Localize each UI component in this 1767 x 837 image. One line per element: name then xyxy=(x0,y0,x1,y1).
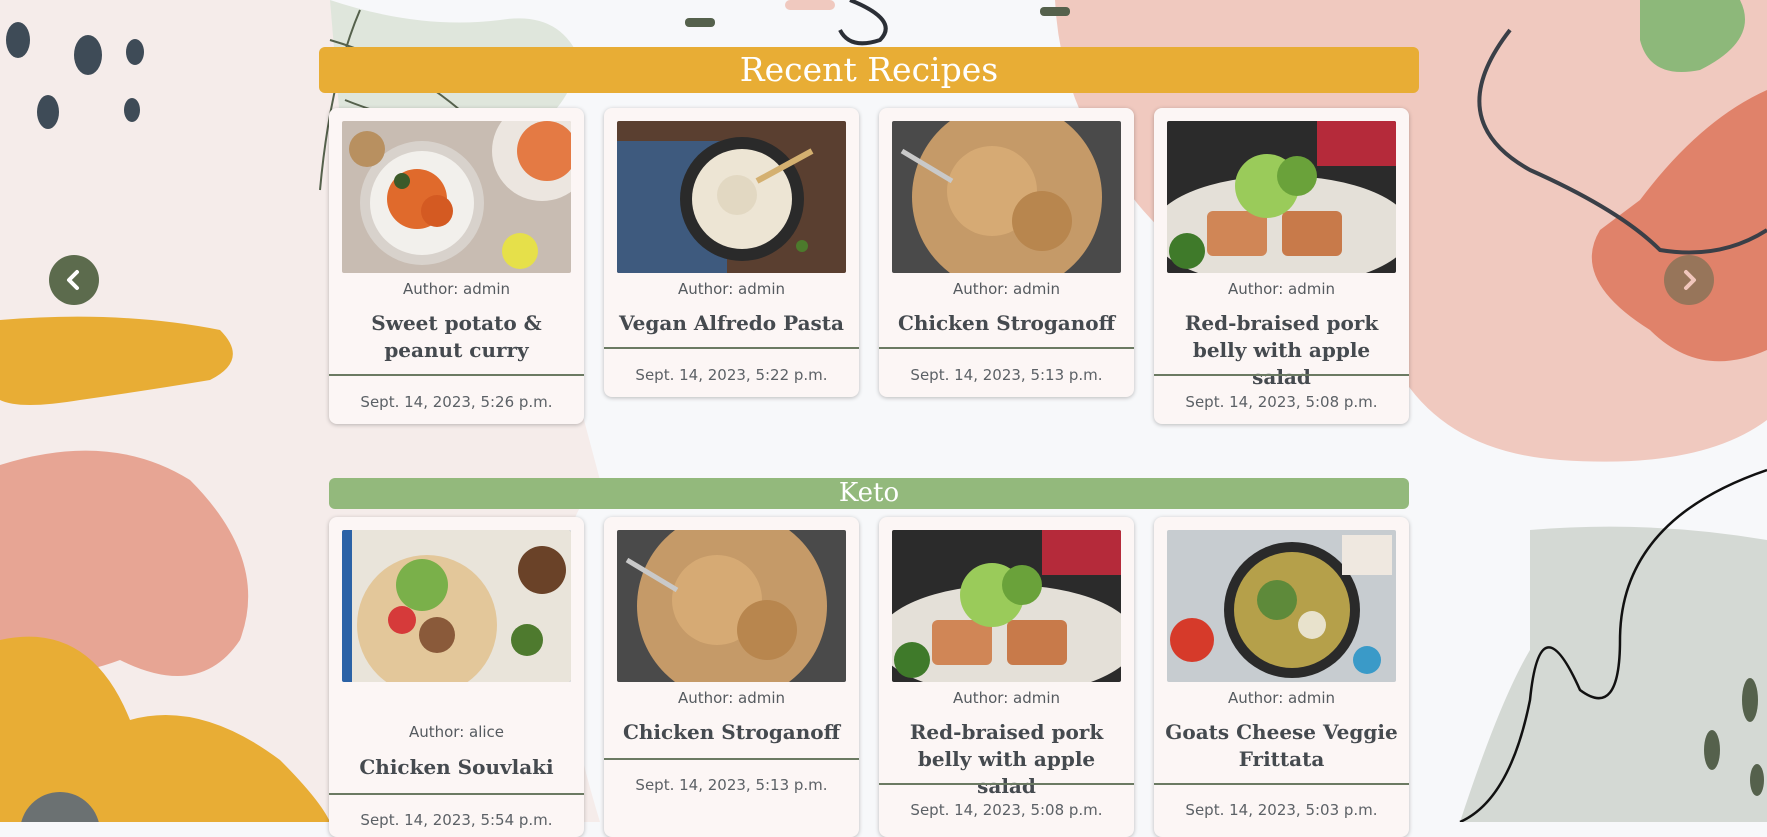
recipe-author: Author: admin xyxy=(677,689,786,707)
section-heading-keto: Keto xyxy=(329,478,1409,509)
recipe-date: Sept. 14, 2023, 5:13 p.m. xyxy=(635,776,828,794)
recipe-date: Sept. 14, 2023, 5:03 p.m. xyxy=(1185,801,1378,819)
recipe-date: Sept. 14, 2023, 5:26 p.m. xyxy=(360,393,553,411)
recipe-image-pork-belly[interactable] xyxy=(892,530,1121,682)
card-divider xyxy=(879,347,1134,349)
recipe-image-curry[interactable] xyxy=(342,121,571,273)
recipe-date: Sept. 14, 2023, 5:13 p.m. xyxy=(910,366,1103,384)
card-divider xyxy=(1154,374,1409,376)
recipe-author: Author: alice xyxy=(408,723,505,741)
recipe-author: Author: admin xyxy=(952,280,1061,298)
recipe-date: Sept. 14, 2023, 5:22 p.m. xyxy=(635,366,828,384)
recipe-title[interactable]: Chicken Stroganoff xyxy=(612,719,851,746)
recipe-title[interactable]: Red-braised pork belly with apple salad xyxy=(887,719,1126,800)
section-heading-recent-recipes: Recent Recipes xyxy=(319,47,1419,93)
card-divider xyxy=(879,783,1134,785)
recipe-title[interactable]: Goats Cheese Veggie Frittata xyxy=(1162,719,1401,773)
recipe-card[interactable]: Author: admin Red-braised pork belly wit… xyxy=(879,517,1134,837)
recipe-card[interactable]: Author: admin Goats Cheese Veggie Fritta… xyxy=(1154,517,1409,837)
recipe-date: Sept. 14, 2023, 5:08 p.m. xyxy=(1185,393,1378,411)
recipe-author: Author: admin xyxy=(1227,689,1336,707)
card-divider xyxy=(604,347,859,349)
recipe-author: Author: admin xyxy=(952,689,1061,707)
recipe-card[interactable]: Author: admin Chicken Stroganoff Sept. 1… xyxy=(604,517,859,837)
recipe-title[interactable]: Chicken Souvlaki xyxy=(337,754,576,781)
card-divider xyxy=(1154,783,1409,785)
card-divider xyxy=(604,758,859,760)
recipe-image-souvlaki[interactable] xyxy=(342,530,571,682)
recipe-image-pork-belly[interactable] xyxy=(1167,121,1396,273)
card-divider xyxy=(329,374,584,376)
recipe-card[interactable]: Author: admin Vegan Alfredo Pasta Sept. … xyxy=(604,108,859,397)
recipe-title[interactable]: Chicken Stroganoff xyxy=(887,310,1126,337)
recipe-title[interactable]: Sweet potato & peanut curry xyxy=(337,310,576,364)
recipe-image-stroganoff[interactable] xyxy=(892,121,1121,273)
recipe-author: Author: admin xyxy=(402,280,511,298)
recipe-image-frittata[interactable] xyxy=(1167,530,1396,682)
carousel-next-button[interactable] xyxy=(1664,255,1714,305)
recipe-card[interactable]: Author: admin Red-braised pork belly wit… xyxy=(1154,108,1409,424)
recipe-title[interactable]: Vegan Alfredo Pasta xyxy=(612,310,851,337)
carousel-prev-button[interactable] xyxy=(49,255,99,305)
recipe-image-pasta[interactable] xyxy=(617,121,846,273)
recipe-card[interactable]: Author: alice Chicken Souvlaki Sept. 14,… xyxy=(329,517,584,837)
card-divider xyxy=(329,793,584,795)
recipe-date: Sept. 14, 2023, 5:54 p.m. xyxy=(360,811,553,829)
recipe-card[interactable]: Author: admin Chicken Stroganoff Sept. 1… xyxy=(879,108,1134,397)
recipe-image-stroganoff[interactable] xyxy=(617,530,846,682)
recipe-author: Author: admin xyxy=(1227,280,1336,298)
recipe-title[interactable]: Red-braised pork belly with apple salad xyxy=(1162,310,1401,391)
recipe-author: Author: admin xyxy=(677,280,786,298)
chevron-right-icon xyxy=(1684,270,1696,290)
recipe-date: Sept. 14, 2023, 5:08 p.m. xyxy=(910,801,1103,819)
chevron-left-icon xyxy=(67,270,79,290)
recipe-card[interactable]: Author: admin Sweet potato & peanut curr… xyxy=(329,108,584,424)
